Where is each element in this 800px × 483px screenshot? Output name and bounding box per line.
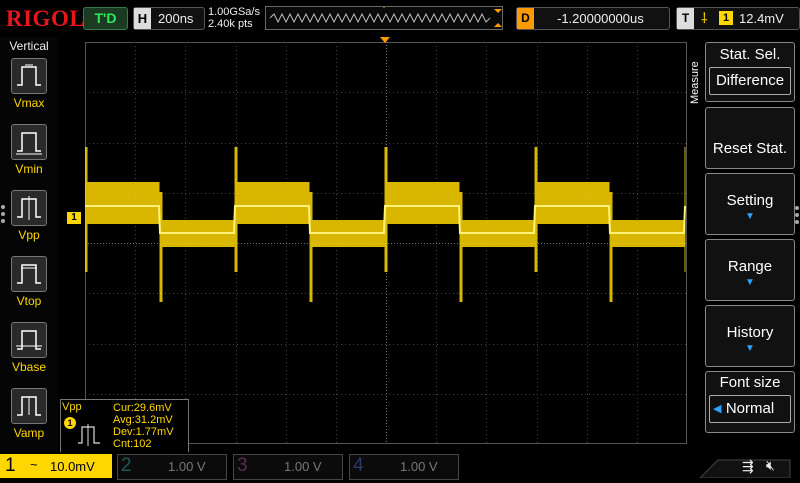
measure-vtop-button[interactable]: Vtop xyxy=(10,256,48,308)
chevron-down-icon: ▼ xyxy=(745,277,755,288)
ch1-channel-box[interactable]: 1 ~ 10.0mV xyxy=(0,454,112,478)
ch1-offset-marker[interactable]: 1 xyxy=(67,212,81,224)
ch4-scale: 1.00 V xyxy=(400,459,438,474)
waveform-graticule[interactable] xyxy=(85,42,687,444)
history-label: History xyxy=(726,324,774,341)
memory-depth: 2.40k pts xyxy=(208,18,253,30)
vmax-label: Vmax xyxy=(13,96,45,110)
ch3-number: 3 xyxy=(237,455,248,476)
ch1-scale: 10.0mV xyxy=(50,459,95,474)
ch1-number: 1 xyxy=(5,455,16,476)
measure-vamp-button[interactable]: Vamp xyxy=(10,388,48,440)
stat-select-button[interactable]: Stat. Sel. Difference xyxy=(705,42,795,102)
top-status-bar: RIGOL T'D H 200ns 1.00GSa/s 2.40k pts D … xyxy=(0,0,800,37)
trigger-label: T xyxy=(677,8,694,29)
measure-tab: Measure xyxy=(689,42,703,122)
horizontal-timebase[interactable]: H 200ns xyxy=(133,7,205,30)
vmin-label: Vmin xyxy=(15,162,43,176)
ch1-waveform-trace xyxy=(85,147,686,302)
measure-tab-label: Measure xyxy=(689,61,701,104)
rigol-logo: RIGOL xyxy=(6,6,86,31)
vertical-measure-panel: Vertical Vmax Vmin Vpp Vtop Vbase Vamp xyxy=(0,37,58,452)
measure-vmin-button[interactable]: Vmin xyxy=(10,124,48,176)
sample-rate: 1.00GSa/s xyxy=(208,6,260,18)
vamp-label: Vamp xyxy=(13,426,45,440)
delay-display[interactable]: D -1.20000000us xyxy=(516,7,670,30)
vamp-icon xyxy=(11,388,47,424)
font-size-button[interactable]: Font size ◀ Normal xyxy=(705,371,795,433)
range-button[interactable]: Range ▼ xyxy=(705,239,795,301)
right-scroll-dots xyxy=(795,206,799,226)
range-label: Range xyxy=(727,258,773,275)
ch4-number: 4 xyxy=(353,455,364,476)
stat-select-title: Stat. Sel. xyxy=(719,46,781,63)
system-status-icons: ⇶ 🔇︎ xyxy=(698,454,796,479)
vtop-label: Vtop xyxy=(16,294,42,308)
chevron-left-icon: ◀ xyxy=(713,403,722,415)
ch2-number: 2 xyxy=(121,455,132,476)
stat-measure-name: Vpp xyxy=(62,401,82,413)
stat-channel-badge: 1 xyxy=(64,417,76,429)
vbase-icon xyxy=(11,322,47,358)
trigger-edge-icon: ⸸ xyxy=(701,10,708,26)
font-size-title: Font size xyxy=(719,374,781,391)
chevron-down-icon: ▼ xyxy=(745,211,755,222)
trigger-display[interactable]: T ⸸ 1 12.4mV xyxy=(676,7,800,30)
vmin-icon xyxy=(11,124,47,160)
measure-vmax-button[interactable]: Vmax xyxy=(10,58,48,110)
setting-label: Setting xyxy=(726,192,774,209)
memory-overview-bar[interactable] xyxy=(265,4,503,30)
trigger-level: 12.4mV xyxy=(739,11,784,26)
measure-vpp-button[interactable]: Vpp xyxy=(10,190,48,242)
ch2-channel-box[interactable]: 2 1.00 V xyxy=(117,454,227,480)
vpp-icon xyxy=(11,190,47,226)
left-scroll-dots xyxy=(1,205,5,225)
ac-coupling-icon: ~ xyxy=(30,457,38,472)
run-status-badge[interactable]: T'D xyxy=(83,7,128,30)
reset-stat-label: Reset Stat. xyxy=(712,140,788,157)
stat-select-value: Difference xyxy=(709,67,791,95)
speaker-muted-icon: 🔇︎ xyxy=(766,457,775,473)
stat-current: Cur:29.6mV xyxy=(113,402,172,414)
measurement-statistics: Vpp 1 Cur:29.6mV Avg:31.2mV Dev:1.77mV C… xyxy=(60,399,189,453)
timebase-value: 200ns xyxy=(158,11,194,26)
vpp-stat-icon xyxy=(76,419,106,449)
stat-values: Cur:29.6mV Avg:31.2mV Dev:1.77mV Cnt:102 xyxy=(113,402,174,450)
font-size-selector: ◀ Normal xyxy=(709,395,791,423)
ch2-scale: 1.00 V xyxy=(168,459,206,474)
vpp-label: Vpp xyxy=(18,228,40,242)
stat-count: Cnt:102 xyxy=(113,438,152,450)
vbase-label: Vbase xyxy=(11,360,47,374)
horizontal-label: H xyxy=(134,8,151,29)
panel-title: Vertical xyxy=(9,39,49,53)
usb-icon: ⇶ xyxy=(742,458,754,474)
vtop-icon xyxy=(11,256,47,292)
reset-stat-button[interactable]: Reset Stat. xyxy=(705,107,795,169)
font-size-value: Normal xyxy=(725,400,775,417)
history-button[interactable]: History ▼ xyxy=(705,305,795,367)
ch4-channel-box[interactable]: 4 1.00 V xyxy=(349,454,459,480)
ch3-scale: 1.00 V xyxy=(284,459,322,474)
acquisition-info: 1.00GSa/s 2.40k pts xyxy=(208,6,260,30)
stat-deviation: Dev:1.77mV xyxy=(113,426,174,438)
stat-average: Avg:31.2mV xyxy=(113,414,173,426)
trigger-channel: 1 xyxy=(719,11,733,25)
chevron-down-icon: ▼ xyxy=(745,343,755,354)
setting-button[interactable]: Setting ▼ xyxy=(705,173,795,235)
vmax-icon xyxy=(11,58,47,94)
memory-overview-waveform xyxy=(269,4,502,27)
measure-vbase-button[interactable]: Vbase xyxy=(10,322,48,374)
delay-value: -1.20000000us xyxy=(557,11,644,26)
delay-label: D xyxy=(517,8,534,29)
trigger-position-marker[interactable] xyxy=(380,37,390,43)
ch3-channel-box[interactable]: 3 1.00 V xyxy=(233,454,343,480)
